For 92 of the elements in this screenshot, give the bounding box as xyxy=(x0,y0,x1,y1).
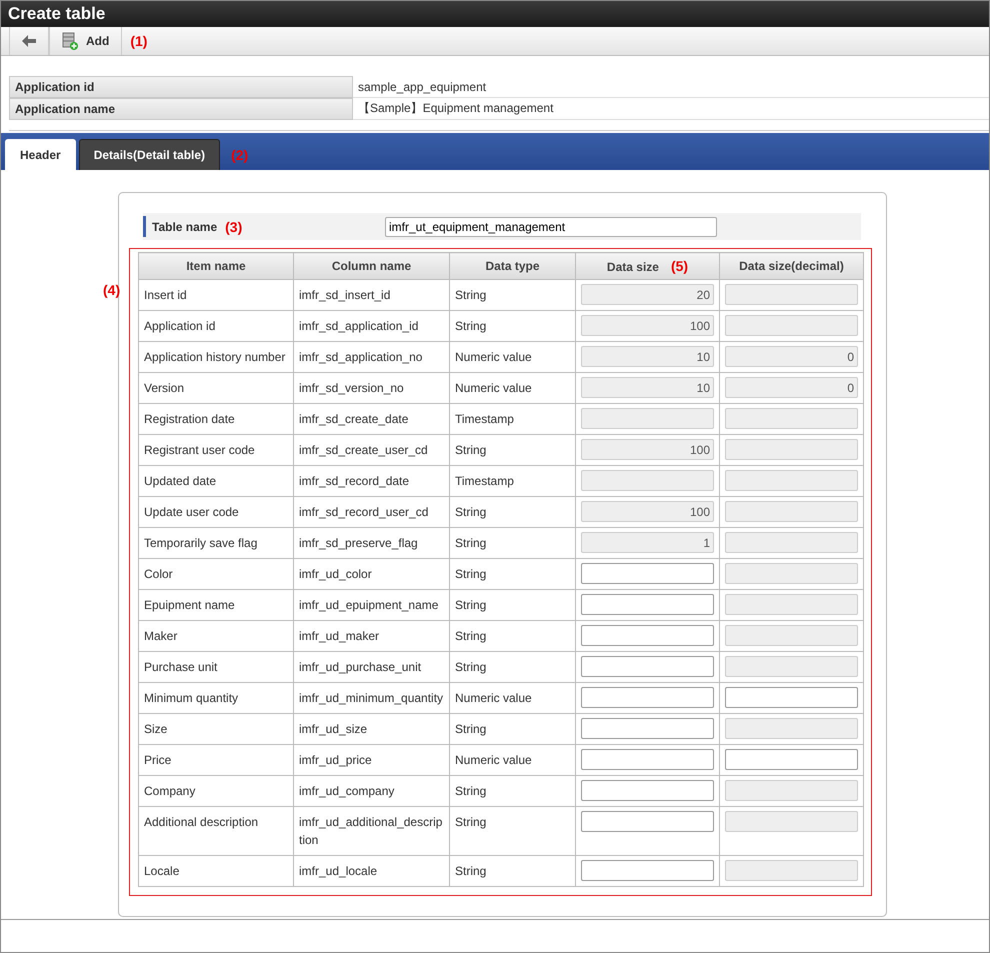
table-cell: Numeric value xyxy=(450,682,576,714)
table-cell: imfr_ud_maker xyxy=(294,620,450,652)
table-cell: Application id xyxy=(138,310,294,342)
table-cell: imfr_sd_application_no xyxy=(294,342,450,372)
table-cell: imfr_ud_price xyxy=(294,744,450,776)
table-cell: Purchase unit xyxy=(138,652,294,682)
table-cell: Update user code xyxy=(138,496,294,528)
table-cell: Numeric value xyxy=(450,372,576,404)
table-cell: imfr_sd_insert_id xyxy=(294,280,450,310)
table-cell: imfr_sd_application_id xyxy=(294,310,450,342)
field-value: sample_app_equipment xyxy=(353,76,989,98)
table-cell: Numeric value xyxy=(450,342,576,372)
table-cell: String xyxy=(450,528,576,558)
table-cell: imfr_sd_create_date xyxy=(294,404,450,434)
table-cell: imfr_sd_record_user_cd xyxy=(294,496,450,528)
data-size-field[interactable] xyxy=(581,860,714,881)
column-header-label: Item name xyxy=(186,259,246,273)
data-size-field[interactable] xyxy=(581,780,714,801)
table-cell: String xyxy=(450,856,576,886)
data-size-field[interactable] xyxy=(581,811,714,832)
table-cell: String xyxy=(450,558,576,590)
tab[interactable]: Details(Detail table) xyxy=(78,139,220,170)
data-size-field[interactable] xyxy=(581,718,714,739)
table-cell: imfr_sd_record_date xyxy=(294,466,450,496)
table-cell: Registrant user code xyxy=(138,434,294,466)
table-cell: imfr_ud_color xyxy=(294,558,450,590)
table-cell: String xyxy=(450,496,576,528)
table-cell: Temporarily save flag xyxy=(138,528,294,558)
table-cell: imfr_sd_preserve_flag xyxy=(294,528,450,558)
column-header-label: Data type xyxy=(485,259,540,273)
data-size-field[interactable] xyxy=(581,687,714,708)
table-cell: String xyxy=(450,776,576,806)
table-cell: Version xyxy=(138,372,294,404)
field-value: 【Sample】Equipment management xyxy=(353,98,989,120)
table-cell: Timestamp xyxy=(450,404,576,434)
table-cell: imfr_ud_locale xyxy=(294,856,450,886)
table-cell: String xyxy=(450,310,576,342)
add-button[interactable]: Add xyxy=(49,27,122,55)
data-size-field[interactable] xyxy=(581,625,714,646)
table-cell: String xyxy=(450,590,576,620)
table-cell: Maker xyxy=(138,620,294,652)
decimal-size-field[interactable] xyxy=(725,749,858,770)
table-cell: Price xyxy=(138,744,294,776)
annotation-label: (2) xyxy=(231,146,248,162)
table-cell: imfr_ud_epuipment_name xyxy=(294,590,450,620)
table-name-field[interactable]: imfr_ut_equipment_management xyxy=(385,216,717,236)
table-cell: Registration date xyxy=(138,404,294,434)
table-cell: String xyxy=(450,434,576,466)
column-header-label: Column name xyxy=(332,259,412,273)
table-cell: Timestamp xyxy=(450,466,576,496)
data-size-field[interactable] xyxy=(581,656,714,677)
table-cell: Additional description xyxy=(138,806,294,856)
table-cell: Epuipment name xyxy=(138,590,294,620)
annotation-label: (3) xyxy=(225,218,242,234)
table-cell: imfr_sd_version_no xyxy=(294,372,450,404)
table-cell: Numeric value xyxy=(450,744,576,776)
table-cell: Application history number xyxy=(138,342,294,372)
data-size-field[interactable] xyxy=(581,749,714,770)
table-cell: imfr_ud_purchase_unit xyxy=(294,652,450,682)
table-cell: Company xyxy=(138,776,294,806)
data-size-field[interactable] xyxy=(581,563,714,584)
table-cell: String xyxy=(450,714,576,744)
decimal-size-field[interactable] xyxy=(725,687,858,708)
table-cell: String xyxy=(450,652,576,682)
table-cell: String xyxy=(450,806,576,856)
table-cell: Size xyxy=(138,714,294,744)
table-cell: Updated date xyxy=(138,466,294,496)
annotation-label: (1) xyxy=(130,33,148,49)
back-arrow-icon xyxy=(22,35,36,47)
column-header-label: Data size(decimal) xyxy=(739,259,844,273)
column-header-label: Data size xyxy=(606,260,659,274)
field-label: Application id xyxy=(9,76,353,98)
data-size-field[interactable] xyxy=(581,594,714,615)
table-cell: imfr_ud_minimum_quantity xyxy=(294,682,450,714)
database-add-icon xyxy=(62,32,78,50)
field-label: Application name xyxy=(9,98,353,120)
annotation-label: (4) xyxy=(103,282,120,298)
annotation-label: (5) xyxy=(670,258,688,274)
table-cell: imfr_ud_size xyxy=(294,714,450,744)
tab[interactable]: Header xyxy=(5,139,76,170)
window-title: Create table xyxy=(8,4,106,24)
back-button[interactable] xyxy=(9,27,49,55)
table-cell: Color xyxy=(138,558,294,590)
table-cell: imfr_sd_create_user_cd xyxy=(294,434,450,466)
table-cell: Insert id xyxy=(138,280,294,310)
table-cell: String xyxy=(450,280,576,310)
table-cell: imfr_ud_additional_description xyxy=(294,806,450,856)
table-cell: Locale xyxy=(138,856,294,886)
table-cell: imfr_ud_company xyxy=(294,776,450,806)
table-cell: String xyxy=(450,620,576,652)
field-label: Table name xyxy=(152,220,218,234)
table-cell: Minimum quantity xyxy=(138,682,294,714)
